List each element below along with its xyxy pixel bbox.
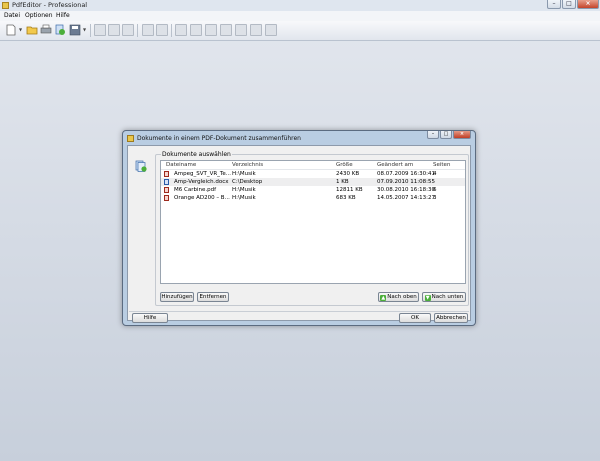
ok-button[interactable]: OK xyxy=(399,313,431,323)
merge-documents-icon xyxy=(135,160,147,172)
toolbar: ▼ ▼ xyxy=(0,21,600,41)
column-header-directory[interactable]: Verzeichnis xyxy=(232,162,263,168)
column-header-modified[interactable]: Geändert am xyxy=(377,162,413,168)
row-modified: 08.07.2009 16:30:41 xyxy=(377,171,435,177)
tool-icon[interactable] xyxy=(265,24,277,36)
group-label: Dokumente auswählen xyxy=(161,151,232,158)
dialog-maximize-button[interactable]: □ xyxy=(440,131,452,139)
row-filename: Amp-Vergleich.docx xyxy=(174,179,229,185)
dialog-app-icon xyxy=(127,135,134,142)
word-file-icon xyxy=(164,179,169,185)
toolbar-separator xyxy=(137,24,138,37)
document-refresh-icon[interactable] xyxy=(54,24,66,36)
merge-dialog: Dokumente in einem PDF-Dokument zusammen… xyxy=(122,130,476,326)
row-size: 683 KB xyxy=(336,195,356,201)
dialog-close-button[interactable]: × xyxy=(453,131,471,139)
menu-hilfe[interactable]: Hilfe xyxy=(56,12,70,20)
open-folder-icon[interactable] xyxy=(26,24,38,36)
row-pages: 6 xyxy=(433,187,437,193)
row-pages: 4 xyxy=(433,171,437,177)
move-down-button[interactable]: ▼ Nach unten xyxy=(422,292,466,302)
pdf-file-icon xyxy=(164,195,169,201)
move-up-label: Nach oben xyxy=(387,294,417,300)
new-dropdown-icon[interactable]: ▼ xyxy=(19,27,22,32)
move-down-label: Nach unten xyxy=(431,294,464,300)
document-selection-group: Dokumente auswählen Dateiname Verzeichni… xyxy=(155,151,469,306)
column-header-pages[interactable]: Seiten xyxy=(433,162,450,168)
footer-separator xyxy=(129,311,469,312)
app-icon xyxy=(2,2,9,9)
menu-optionen[interactable]: Optionen xyxy=(25,12,53,20)
cut-icon[interactable] xyxy=(94,24,106,36)
window-controls: – □ × xyxy=(546,0,599,10)
row-filename: Ampeg_SVT_VR_Te... xyxy=(174,171,231,177)
document-list[interactable]: Dateiname Verzeichnis Größe Geändert am … xyxy=(160,160,466,284)
row-directory: H:\Musik xyxy=(232,195,256,201)
row-modified: 14.05.2007 14:13:27 xyxy=(377,195,435,201)
dialog-minimize-button[interactable]: – xyxy=(427,131,439,139)
save-icon[interactable] xyxy=(69,24,81,36)
list-header: Dateiname Verzeichnis Größe Geändert am … xyxy=(161,161,465,170)
print-icon[interactable] xyxy=(40,24,52,36)
cancel-button[interactable]: Abbrechen xyxy=(434,313,468,323)
fit-width-icon[interactable] xyxy=(190,24,202,36)
arrow-down-icon: ▼ xyxy=(424,295,431,301)
row-pages: 3 xyxy=(433,195,437,201)
row-size: 1 KB xyxy=(336,179,349,185)
row-size: 2430 KB xyxy=(336,171,360,177)
dialog-controls: – □ × xyxy=(426,131,471,139)
help-button[interactable]: Hilfe xyxy=(132,313,168,323)
new-document-icon[interactable] xyxy=(5,24,17,36)
remove-button[interactable]: Entfernen xyxy=(197,292,229,302)
row-modified: 07.09.2010 11:08:55 xyxy=(377,179,435,185)
table-row[interactable]: Ampeg_SVT_VR_Te... H:\Musik 2430 KB 08.0… xyxy=(161,170,465,178)
pdf-file-icon xyxy=(164,187,169,193)
table-row[interactable]: M6 Carbine.pdf H:\Musik 12811 KB 30.08.2… xyxy=(161,186,465,194)
text-icon[interactable] xyxy=(235,24,247,36)
menu-datei[interactable]: Datei xyxy=(4,12,20,20)
maximize-button[interactable]: □ xyxy=(562,0,576,9)
add-button[interactable]: Hinzufügen xyxy=(160,292,194,302)
minimize-button[interactable]: – xyxy=(547,0,561,9)
select-arrow-icon[interactable] xyxy=(142,24,154,36)
menu-bar: Datei Optionen Hilfe xyxy=(0,11,600,21)
row-modified: 30.08.2010 16:18:30 xyxy=(377,187,435,193)
row-filename: M6 Carbine.pdf xyxy=(174,187,217,193)
edit-icon[interactable] xyxy=(220,24,232,36)
row-directory: H:\Musik xyxy=(232,171,256,177)
row-filename: Orange AD200 – B... xyxy=(174,195,230,201)
dialog-body: Dokumente auswählen Dateiname Verzeichni… xyxy=(127,145,471,323)
window-title: PdfEditor - Professional xyxy=(12,1,88,9)
page-icon[interactable] xyxy=(205,24,217,36)
table-row[interactable]: Orange AD200 – B... H:\Musik 683 KB 14.0… xyxy=(161,194,465,202)
close-button[interactable]: × xyxy=(577,0,599,9)
column-header-size[interactable]: Größe xyxy=(336,162,353,168)
toolbar-separator xyxy=(171,24,172,37)
row-directory: C:\Desktop xyxy=(232,179,263,185)
crop-icon[interactable] xyxy=(122,24,134,36)
table-row[interactable]: Amp-Vergleich.docx C:\Desktop 1 KB 07.09… xyxy=(161,178,465,186)
save-dropdown-icon[interactable]: ▼ xyxy=(83,27,86,32)
toolbar-separator xyxy=(90,24,91,37)
delete-icon[interactable] xyxy=(108,24,120,36)
zoom-icon[interactable] xyxy=(156,24,168,36)
fit-height-icon[interactable] xyxy=(175,24,187,36)
image-icon[interactable] xyxy=(250,24,262,36)
move-up-button[interactable]: ▲ Nach oben xyxy=(378,292,419,302)
column-header-filename[interactable]: Dateiname xyxy=(166,162,196,168)
row-directory: H:\Musik xyxy=(232,187,256,193)
row-size: 12811 KB xyxy=(336,187,363,193)
dialog-title: Dokumente in einem PDF-Dokument zusammen… xyxy=(137,135,301,142)
arrow-up-icon: ▲ xyxy=(380,295,387,301)
pdf-file-icon xyxy=(164,171,169,177)
